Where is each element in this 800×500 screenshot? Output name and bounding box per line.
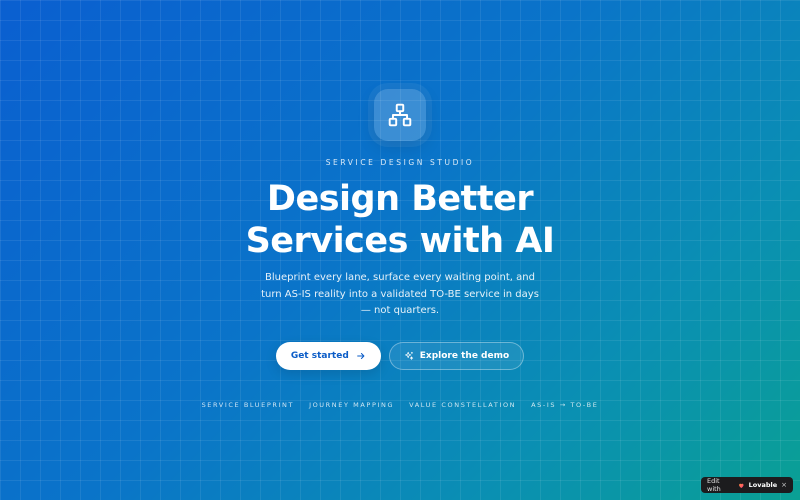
tag-journey-mapping: JOURNEY MAPPING <box>309 401 395 409</box>
page-title: Design Better Services with AI <box>0 178 800 262</box>
sparkles-icon <box>404 351 413 360</box>
badge-brand: Lovable <box>748 481 778 489</box>
arrow-right-icon <box>356 353 365 359</box>
tag-service-blueprint: SERVICE BLUEPRINT <box>201 401 295 409</box>
explore-demo-label: Explore the demo <box>419 351 510 361</box>
tag-value-constellation: VALUE CONSTELLATION <box>409 401 517 409</box>
get-started-label: Get started <box>290 351 349 361</box>
hero-subtitle: Blueprint every lane, surface every wait… <box>261 272 539 316</box>
cta-group: Get started Explore the demo <box>0 342 800 370</box>
badge-prefix: Edit with <box>707 477 721 493</box>
tag-as-is-to-be: AS-IS → TO-BE <box>531 401 599 409</box>
lovable-heart-icon <box>739 483 744 488</box>
feature-tags: SERVICE BLUEPRINT JOURNEY MAPPING VALUE … <box>0 401 800 409</box>
hero-section: SERVICE DESIGN STUDIO Design Better Serv… <box>0 0 800 500</box>
edit-with-lovable-badge[interactable]: Edit with Lovable × <box>701 477 793 493</box>
eyebrow-label: SERVICE DESIGN STUDIO <box>325 158 475 167</box>
logo-tile <box>374 89 426 141</box>
get-started-button[interactable]: Get started <box>275 342 381 370</box>
close-icon[interactable]: × <box>781 481 787 489</box>
explore-demo-button[interactable]: Explore the demo <box>388 342 525 370</box>
title-line-1: Design Better <box>266 179 534 219</box>
title-line-2: Services with AI <box>245 221 555 261</box>
sitemap-icon <box>388 103 412 127</box>
